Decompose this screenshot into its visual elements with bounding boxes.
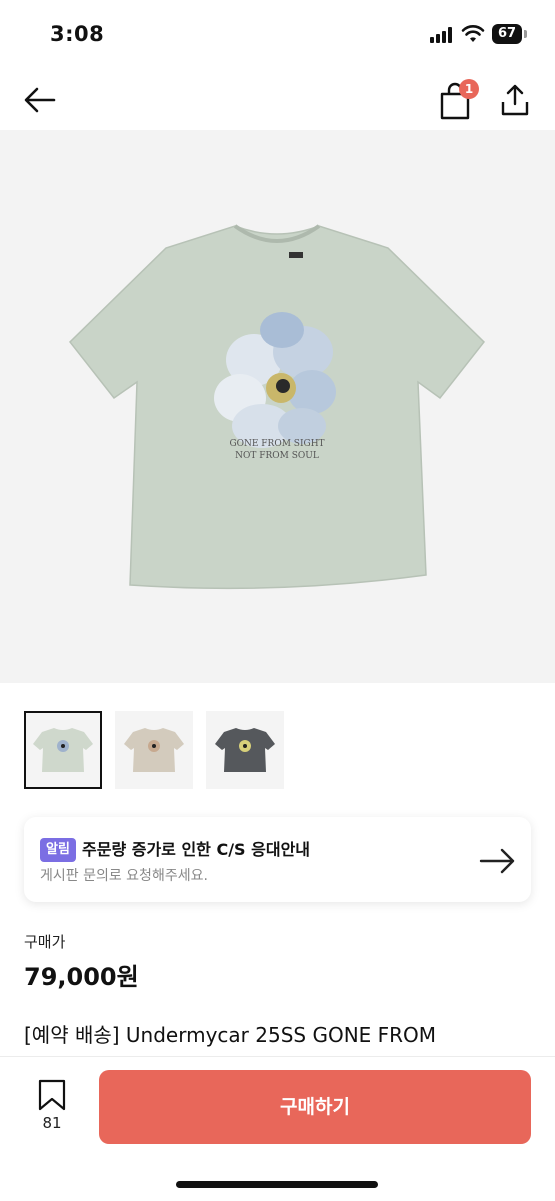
buy-button[interactable]: 구매하기 (99, 1070, 531, 1144)
notice-card[interactable]: 알림 주문량 증가로 인한 C/S 응대안내 게시판 문의로 요청해주세요. (24, 817, 531, 902)
product-title-container: [예약 배송] Undermycar 25SS GONE FROM (24, 1020, 534, 1056)
status-time: 3:08 (50, 22, 105, 46)
thumbnail-beige[interactable] (115, 711, 193, 789)
arrow-right-icon (479, 848, 515, 874)
product-image[interactable]: GONE FROM SIGHT NOT FROM SOUL (0, 130, 555, 683)
print-text-line1: GONE FROM SIGHT (229, 439, 324, 449)
print-text-line2: NOT FROM SOUL (235, 451, 319, 461)
top-nav: 1 (0, 70, 555, 130)
product-title: [예약 배송] Undermycar 25SS GONE FROM (24, 1023, 437, 1047)
cart-count-badge: 1 (459, 79, 479, 99)
notice-subtitle: 게시판 문의로 요청해주세요. (40, 868, 208, 884)
status-bar: 3:08 67 (0, 0, 555, 70)
thumbnail-charcoal[interactable] (206, 711, 284, 789)
share-icon[interactable] (498, 80, 532, 120)
thumbnail-strip (0, 711, 555, 793)
price-value: 79,000원 (24, 963, 139, 991)
notice-tag: 알림 (40, 838, 76, 862)
thumbnail-mint[interactable] (24, 711, 102, 789)
bookmark-button[interactable]: 81 (28, 1079, 76, 1139)
battery-level: 67 (492, 24, 522, 44)
home-indicator (176, 1181, 378, 1188)
bookmark-count: 81 (42, 1114, 62, 1132)
back-arrow-icon[interactable] (20, 80, 60, 120)
price-label: 구매가 (24, 933, 66, 951)
bookmark-icon (38, 1079, 66, 1111)
cellular-signal-icon (430, 27, 456, 43)
notice-title: 주문량 증가로 인한 C/S 응대안내 (82, 840, 311, 859)
battery-icon: 67 (492, 24, 528, 44)
bottom-action-bar: 81 구매하기 (0, 1056, 555, 1201)
wifi-icon (461, 25, 485, 42)
